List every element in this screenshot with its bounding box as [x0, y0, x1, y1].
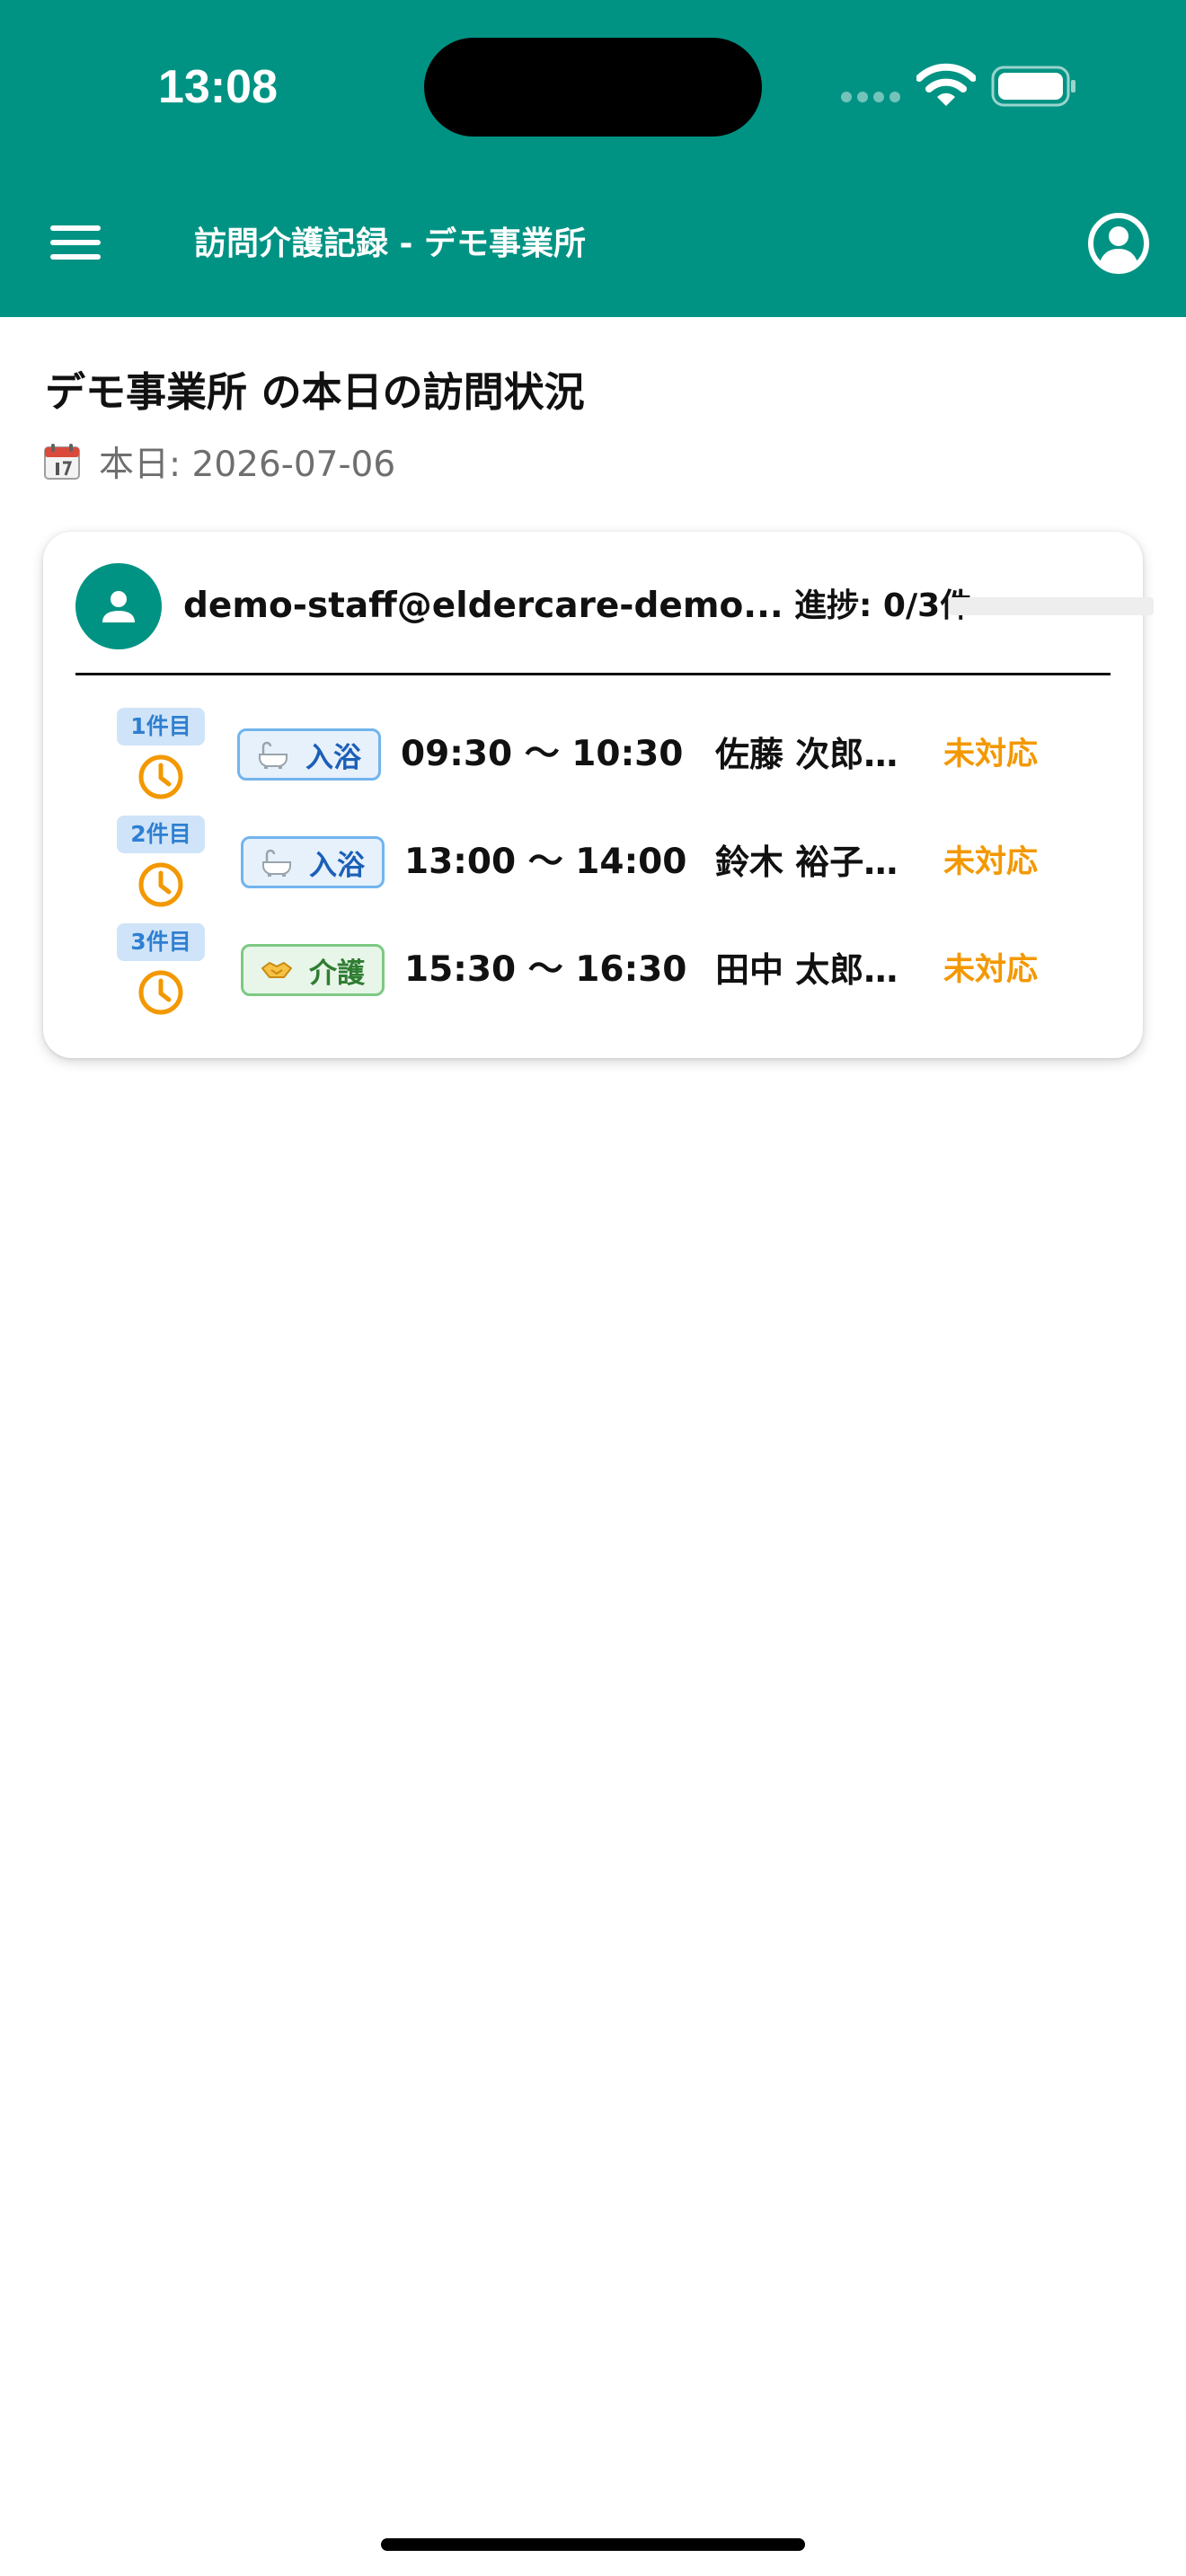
hamburger-menu-icon[interactable] — [36, 203, 115, 282]
account-circle-icon[interactable] — [1087, 212, 1150, 275]
clock-icon — [138, 862, 183, 907]
client-name: 佐藤 次郎… — [715, 735, 898, 774]
visit-status: 未対応 — [943, 737, 1039, 772]
avatar — [75, 563, 162, 649]
service-type-chip[interactable]: 入浴 — [237, 728, 381, 781]
today-date: 本日: 2026-07-06 — [99, 445, 396, 485]
calendar-icon — [44, 444, 80, 480]
clock-icon — [138, 754, 183, 799]
app-header: 13:08 訪問介護記録 - デモ事業所 — [0, 0, 1186, 317]
status-bar-time: 13:08 — [158, 61, 278, 113]
clock-icon — [138, 970, 183, 1015]
visit-row[interactable]: 2件目 入浴 13:00 〜 14:00 鈴木 裕子… 未対応 — [43, 816, 1143, 923]
visit-time: 15:30 〜 16:30 — [404, 949, 687, 990]
client-name: 田中 太郎… — [715, 950, 898, 990]
bathtub-icon — [259, 741, 288, 769]
staff-email: demo-staff@eldercare-demo... — [183, 586, 783, 626]
cellular-signal-icon — [841, 90, 904, 104]
visit-order-badge: 2件目 — [117, 816, 205, 853]
visit-time: 13:00 〜 14:00 — [404, 842, 687, 882]
card-divider — [75, 673, 1111, 675]
today-date-row: 本日: 2026-07-06 — [43, 437, 762, 487]
service-type-label: 入浴 — [305, 741, 361, 774]
battery-icon — [991, 66, 1075, 107]
handshake-icon — [261, 962, 292, 978]
wifi-icon — [916, 63, 976, 106]
visit-status: 未対応 — [943, 844, 1039, 880]
person-icon — [102, 591, 135, 622]
bathtub-icon — [262, 849, 291, 877]
service-type-chip[interactable]: 介護 — [241, 944, 385, 996]
service-type-label: 介護 — [309, 957, 365, 990]
visit-time: 09:30 〜 10:30 — [401, 734, 684, 774]
app-bar-title: 訪問介護記録 - デモ事業所 — [194, 225, 587, 262]
visit-row[interactable]: 3件目 介護 15:30 〜 16:30 田中 太郎… 未対応 — [43, 923, 1143, 1031]
dynamic-island — [424, 38, 762, 137]
page-title: デモ事業所 の本日の訪問状況 — [45, 368, 585, 416]
visit-order-badge: 1件目 — [117, 708, 205, 745]
visit-row[interactable]: 1件目 入浴 09:30 〜 10:30 佐藤 次郎… 未対応 — [43, 708, 1143, 816]
progress-bar — [949, 597, 1154, 615]
staff-visit-card[interactable]: demo-staff@eldercare-demo... 進捗: 0/3件 1件… — [43, 532, 1154, 1058]
visit-order-badge: 3件目 — [117, 923, 205, 961]
service-type-label: 入浴 — [309, 849, 365, 882]
visit-status: 未対応 — [943, 952, 1039, 988]
client-name: 鈴木 裕子… — [715, 842, 898, 882]
service-type-chip[interactable]: 入浴 — [241, 836, 385, 888]
progress-label: 進捗: 0/3件 — [794, 587, 973, 624]
home-indicator[interactable] — [381, 2538, 805, 2551]
visit-status-screen: 13:08 訪問介護記録 - デモ事業所 デモ事業所 の本日の訪問状況 本日: … — [0, 0, 1186, 2576]
